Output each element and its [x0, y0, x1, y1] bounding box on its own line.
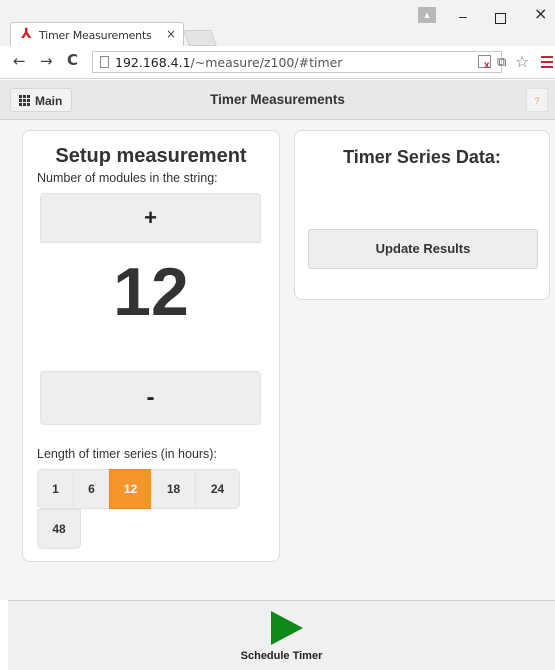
results-title: Timer Series Data: [343, 147, 501, 167]
schedule-timer-label[interactable]: Schedule Timer [8, 650, 555, 662]
page-title: Timer Measurements [210, 92, 345, 107]
hour-option-18[interactable]: 18 [151, 469, 196, 509]
tab-close-icon[interactable]: × [166, 27, 176, 41]
browser-titlebar: ⅄ Timer Measurements × ▲ – × [0, 0, 555, 47]
url-text: 192.168.4.1/~measure/z100/#timer [115, 55, 342, 70]
url-input[interactable]: 192.168.4.1/~measure/z100/#timer [92, 51, 502, 73]
update-results-button[interactable]: Update Results [308, 229, 538, 269]
browser-tab[interactable]: ⅄ Timer Measurements × [10, 22, 184, 47]
hour-option-24[interactable]: 24 [195, 469, 240, 509]
url-path: /~measure/z100/#timer [190, 55, 343, 70]
app-logo-icon: ⅄ [21, 26, 32, 42]
new-tab-button[interactable] [183, 30, 217, 46]
hour-option-48[interactable]: 48 [37, 509, 81, 549]
browser-menu-icon[interactable] [541, 56, 553, 68]
page-icon [100, 56, 109, 68]
series-length-label: Length of timer series (in hours): [37, 447, 217, 461]
hour-option-12[interactable]: 12 [109, 469, 152, 509]
increment-button[interactable]: + [40, 193, 261, 243]
play-icon[interactable] [271, 611, 303, 645]
url-host: 192.168.4.1 [115, 55, 191, 70]
module-count: 12 [113, 254, 189, 330]
hour-option-6[interactable]: 6 [73, 469, 110, 509]
tab-title: Timer Measurements [39, 29, 152, 42]
blocked-x-icon: x [484, 60, 490, 71]
left-edge [0, 600, 8, 670]
modules-label: Number of modules in the string: [37, 171, 218, 185]
window-close-icon[interactable]: × [534, 4, 547, 23]
hour-option-1[interactable]: 1 [37, 469, 74, 509]
footer-bar: Schedule Timer [8, 600, 555, 670]
maximize-icon[interactable] [495, 13, 506, 24]
results-card: Timer Series Data: Update Results [294, 130, 550, 300]
help-button[interactable]: ? [526, 88, 548, 112]
setup-card: Setup measurement Number of modules in t… [22, 130, 280, 562]
minimize-icon[interactable]: – [459, 8, 467, 24]
bookmark-star-icon[interactable]: ☆ [515, 52, 529, 71]
forward-arrow-icon[interactable]: → [40, 52, 53, 70]
reload-icon[interactable]: C [67, 51, 78, 69]
back-arrow-icon[interactable]: ← [13, 52, 26, 70]
address-bar: ← → C 192.168.4.1/~measure/z100/#timer [0, 46, 555, 79]
main-content: Setup measurement Number of modules in t… [0, 120, 555, 600]
setup-title: Setup measurement [55, 145, 247, 167]
user-profile-icon[interactable]: ▲ [418, 7, 436, 23]
decrement-button[interactable]: - [40, 371, 261, 425]
translate-icon[interactable]: ⧉ [497, 54, 506, 70]
page-header: Main Timer Measurements ? [0, 80, 555, 120]
